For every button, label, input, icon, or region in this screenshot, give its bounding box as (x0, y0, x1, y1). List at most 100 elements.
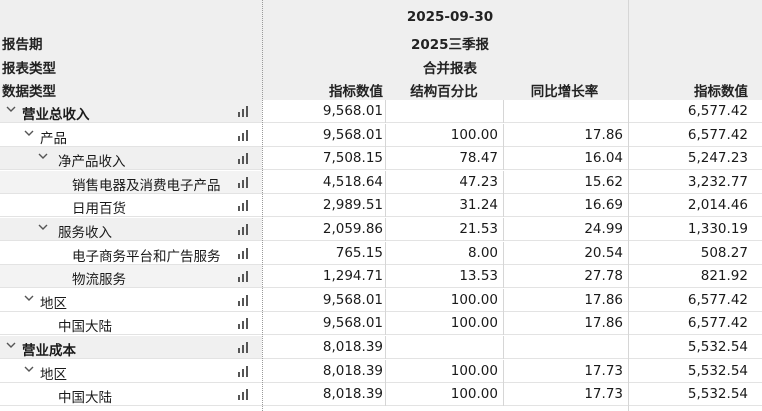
period-report: 2025三季报 (410, 37, 490, 53)
cell-value-prev: 5,532.54 (687, 362, 748, 379)
cell-value: 2,989.51 (322, 197, 383, 214)
bar-chart-icon[interactable] (238, 318, 250, 330)
bar-chart-icon[interactable] (238, 176, 250, 188)
row-label-cell (0, 383, 262, 405)
cell-divider (503, 100, 504, 123)
table-row[interactable]: 销售电器及消费电子产品 4,518.64 47.23 15.62 3,232.77 (0, 170, 762, 194)
cell-value-prev: 5,247.23 (687, 150, 748, 167)
table-row[interactable]: 产品 9,568.01 100.00 17.86 6,577.42 (0, 123, 762, 147)
cell-structure-pct: 78.47 (459, 150, 498, 167)
cell-value-prev: 3,232.77 (687, 173, 748, 190)
cell-yoy-growth: 17.86 (584, 126, 623, 143)
cell-structure-pct: 21.53 (459, 221, 498, 237)
bar-chart-icon[interactable] (238, 129, 250, 141)
chevron-down-icon[interactable] (36, 149, 50, 163)
cell-value: 9,568.01 (322, 291, 383, 308)
row-name: 地区 (40, 295, 67, 312)
table-row[interactable]: 地区 8,018.39 100.00 17.73 5,532.54 (0, 359, 762, 383)
cell-yoy-growth: 17.73 (584, 386, 623, 403)
cell-divider (503, 359, 504, 383)
table-row[interactable]: 物流服务 1,294.71 13.53 27.78 821.92 (0, 265, 762, 289)
cell-yoy-growth: 24.99 (584, 221, 623, 237)
cell-divider (503, 218, 504, 241)
cell-value: 9,568.01 (322, 103, 383, 119)
cell-value: 8,018.39 (322, 362, 383, 379)
table-row[interactable]: 服务收入 2,059.86 21.53 24.99 1,330.19 (0, 218, 762, 241)
cell-divider (385, 194, 386, 218)
cell-divider (503, 288, 504, 312)
period-divider (628, 0, 629, 411)
chevron-down-icon[interactable] (22, 362, 36, 376)
cell-divider (385, 359, 386, 383)
row-name: 销售电器及消费电子产品 (72, 177, 221, 194)
chevron-down-icon[interactable] (4, 102, 18, 116)
row-name: 中国大陆 (58, 319, 112, 336)
bar-chart-icon[interactable] (238, 106, 250, 117)
chevron-down-icon[interactable] (22, 126, 36, 140)
cell-value: 765.15 (335, 244, 383, 261)
row-name: 净产品收入 (58, 154, 126, 171)
cell-value: 9,568.01 (322, 315, 383, 332)
cell-divider (503, 312, 504, 336)
row-name: 物流服务 (72, 272, 126, 289)
cell-value-prev: 1,330.19 (687, 221, 748, 237)
table-row[interactable]: 中国大陆 8,018.39 100.00 17.73 5,532.54 (0, 383, 762, 407)
chevron-down-icon[interactable] (36, 220, 50, 234)
cell-divider (385, 147, 386, 171)
cell-yoy-growth: 20.54 (584, 244, 623, 261)
cell-structure-pct: 100.00 (450, 386, 498, 403)
row-label-cell (0, 312, 262, 334)
cell-value-prev: 6,577.42 (687, 291, 748, 308)
table-row[interactable]: 地区 9,568.01 100.00 17.86 6,577.42 (0, 288, 762, 312)
cell-yoy-growth: 27.78 (584, 268, 623, 285)
bar-chart-icon[interactable] (238, 200, 250, 212)
column-divider (262, 0, 263, 411)
bar-chart-icon[interactable] (238, 224, 250, 235)
label-report-period: 报告期 (2, 37, 43, 53)
bar-chart-icon[interactable] (238, 365, 250, 377)
bar-chart-icon[interactable] (238, 271, 250, 283)
cell-structure-pct: 31.24 (459, 197, 498, 214)
table-row[interactable]: 营业成本 8,018.39 5,532.54 (0, 336, 762, 359)
bar-chart-icon[interactable] (238, 247, 250, 259)
cell-divider (385, 383, 386, 407)
chevron-down-icon[interactable] (4, 338, 18, 352)
bar-chart-icon[interactable] (238, 153, 250, 165)
cell-value: 9,568.01 (322, 126, 383, 143)
cell-value: 4,518.64 (322, 173, 383, 190)
table-row[interactable]: 电子商务平台和广告服务 765.15 8.00 20.54 508.27 (0, 241, 762, 265)
cell-divider (385, 241, 386, 265)
period-date: 2025-09-30 (406, 9, 494, 25)
bar-chart-icon[interactable] (238, 389, 250, 401)
cell-value: 8,018.39 (322, 339, 383, 355)
cell-divider (503, 336, 504, 359)
cell-value-prev: 5,532.54 (687, 339, 748, 355)
cell-divider (503, 170, 504, 194)
cell-value-prev: 6,577.42 (687, 315, 748, 332)
row-name: 营业总收入 (22, 107, 90, 123)
col-header-value-prev[interactable]: 指标数值 (630, 80, 748, 100)
table-row[interactable]: 营业总收入 9,568.01 6,577.42 (0, 100, 762, 123)
bar-chart-icon[interactable] (238, 294, 250, 306)
cell-structure-pct: 47.23 (459, 173, 498, 190)
col-header-structure-pct[interactable]: 结构百分比 (390, 80, 498, 100)
col-header-yoy-growth[interactable]: 同比增长率 (506, 80, 623, 100)
row-name: 中国大陆 (58, 390, 112, 407)
chevron-down-icon[interactable] (22, 291, 36, 305)
table-row[interactable]: 日用百货 2,989.51 31.24 16.69 2,014.46 (0, 194, 762, 218)
cell-structure-pct: 100.00 (450, 126, 498, 143)
cell-yoy-growth: 17.86 (584, 291, 623, 308)
bar-chart-icon[interactable] (238, 342, 250, 353)
cell-structure-pct: 100.00 (450, 362, 498, 379)
cell-value-prev: 508.27 (700, 244, 748, 261)
cell-value-prev: 6,577.42 (687, 103, 748, 119)
header-left-labels: 报告期 报表类型 数据类型 (0, 0, 262, 100)
table-row[interactable]: 中国大陆 9,568.01 100.00 17.86 6,577.42 (0, 312, 762, 336)
row-name: 电子商务平台和广告服务 (72, 248, 221, 265)
period-statement: 合并报表 (423, 61, 477, 77)
table-row[interactable]: 净产品收入 7,508.15 78.47 16.04 5,247.23 (0, 147, 762, 171)
cell-structure-pct: 100.00 (450, 315, 498, 332)
col-header-value[interactable]: 指标数值 (270, 80, 383, 100)
cell-divider (385, 123, 386, 147)
cell-value-prev: 5,532.54 (687, 386, 748, 403)
